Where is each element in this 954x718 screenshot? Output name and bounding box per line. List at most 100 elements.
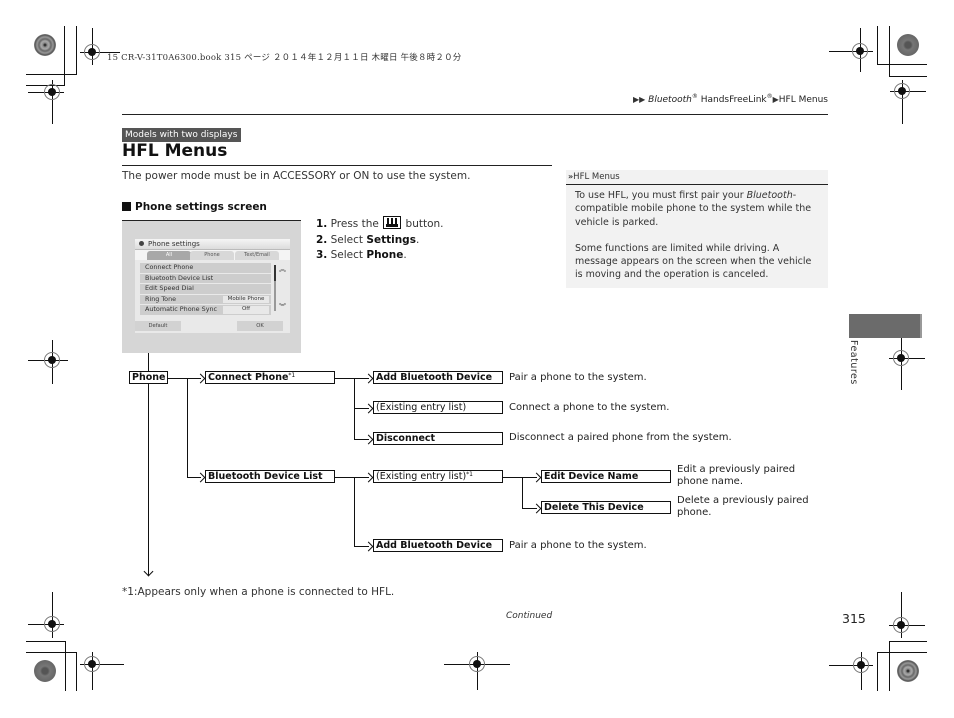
menu-node-bluetooth-device-list: Bluetooth Device List	[205, 470, 335, 483]
arrow-right-icon	[531, 472, 542, 483]
step-text: button.	[405, 218, 444, 230]
desc-line: phone.	[677, 507, 712, 518]
crosshair-dot	[88, 48, 96, 56]
node-description: Edit a previously paired phone name.	[677, 464, 795, 488]
footnote: *1:Appears only when a phone is connecte…	[122, 586, 395, 598]
menu-node-disconnect: Disconnect	[373, 432, 503, 445]
crosshair-dot	[897, 621, 905, 629]
connector-line	[354, 477, 355, 546]
step-text: Select	[330, 249, 364, 261]
footnote-ref: *1	[466, 471, 473, 478]
scroll-up-icon[interactable]: ︽	[279, 264, 286, 274]
step-bold: Settings	[366, 233, 416, 246]
registration-rosette-icon	[34, 660, 56, 682]
node-label: (Existing entry list)	[376, 471, 467, 482]
title-rule	[122, 165, 552, 166]
node-description: Pair a phone to the system.	[509, 540, 647, 551]
section-tab-label: Features	[848, 340, 859, 385]
steps-list: 1. Press the button. 2. Select Settings.…	[316, 216, 444, 264]
note-italic: Bluetooth	[746, 190, 793, 201]
crosshair-dot	[88, 660, 96, 668]
settings-dot-icon	[139, 241, 144, 246]
step-1: 1. Press the button.	[316, 216, 444, 233]
crop-line	[76, 26, 77, 75]
crosshair-dot	[898, 87, 906, 95]
desc-line: Delete a previously paired	[677, 495, 809, 506]
page-number: 315	[842, 611, 866, 626]
crop-line	[877, 26, 878, 65]
arrow-right-icon	[363, 373, 374, 384]
row-value: Mobile Phone	[223, 295, 269, 304]
crosshair-dot	[473, 660, 481, 668]
arrow-right-icon	[195, 472, 206, 483]
crosshair-dot	[897, 354, 905, 362]
node-description: Connect a phone to the system.	[509, 402, 670, 413]
print-header: 15 CR-V-31T0A6300.book 315 ページ ２０１４年１２月１…	[107, 53, 462, 63]
note-heading-text: HFL Menus	[573, 172, 620, 182]
node-description: Delete a previously paired phone.	[677, 495, 809, 519]
header-rule	[122, 114, 828, 115]
screen-scroll-thumb[interactable]	[274, 265, 276, 281]
crop-line	[26, 641, 65, 642]
arrow-right-icon	[363, 541, 374, 552]
menu-node-edit-device-name: Edit Device Name	[541, 470, 671, 483]
screen-row-edit-speed-dial[interactable]: Edit Speed Dial	[140, 284, 271, 294]
crop-line	[889, 26, 890, 77]
node-label: Connect Phone	[208, 372, 289, 383]
screen-display: Phone settings All Phone Text/Email Conn…	[135, 239, 290, 333]
note-paragraph-2: Some functions are limited while driving…	[575, 242, 812, 281]
row-label: Bluetooth Device List	[145, 273, 214, 282]
menu-node-phone: Phone	[129, 371, 168, 384]
row-label: Automatic Phone Sync	[145, 305, 218, 314]
note-heading: » HFL Menus	[566, 170, 828, 185]
home-button-icon	[383, 216, 402, 229]
menu-node-add-bluetooth-device-2: Add Bluetooth Device	[373, 539, 503, 552]
registration-rosette-icon	[34, 34, 56, 56]
crop-line	[64, 26, 65, 86]
continued-label: Continued	[506, 611, 553, 621]
screen-tab-phone[interactable]: Phone	[190, 251, 234, 260]
arrow-right-icon	[195, 373, 206, 384]
row-label: Ring Tone	[145, 294, 177, 303]
crop-line	[26, 74, 76, 75]
step-2: 2. Select Settings.	[316, 233, 444, 249]
desc-line: Edit a previously paired	[677, 464, 796, 475]
screen-tabs: All Phone Text/Email	[135, 250, 290, 260]
screen-row-automatic-phone-sync[interactable]: Automatic Phone Sync Off	[140, 305, 271, 315]
arrow-right-icon	[363, 434, 374, 445]
crop-line	[889, 76, 927, 77]
menu-node-existing-entry-list-2: (Existing entry list)*1	[373, 470, 503, 483]
breadcrumb-bluetooth[interactable]: Bluetooth	[648, 95, 692, 105]
crop-line	[877, 652, 927, 653]
scroll-down-icon[interactable]: ︾	[279, 302, 286, 312]
step-number: 2.	[316, 233, 328, 246]
screen-default-button[interactable]: Default	[135, 321, 181, 331]
crop-line	[889, 641, 927, 642]
crosshair-dot	[48, 620, 56, 628]
screen-row-connect-phone[interactable]: Connect Phone	[140, 263, 271, 273]
screen-row-bluetooth-device-list[interactable]: Bluetooth Device List	[140, 273, 271, 284]
note-paragraph-1: To use HFL, you must first pair your Blu…	[575, 189, 820, 229]
step-number: 3.	[316, 249, 328, 261]
screen-tab-all[interactable]: All	[147, 251, 191, 260]
connector-line	[187, 378, 188, 477]
step-number: 1.	[316, 218, 328, 230]
step-text: .	[415, 233, 420, 246]
crop-line	[76, 652, 77, 691]
screen-row-ring-tone[interactable]: Ring Tone Mobile Phone	[140, 294, 271, 305]
screen-header: Phone settings	[135, 239, 290, 250]
breadcrumb-handsfreelink[interactable]: HandsFreeLink	[698, 95, 767, 105]
section-heading: Phone settings screen	[122, 201, 267, 213]
crop-line	[877, 652, 878, 691]
step-3: 3. Select Phone.	[316, 248, 444, 264]
crop-line	[889, 641, 890, 691]
registration-rosette-icon	[897, 34, 919, 56]
section-tab[interactable]	[849, 314, 922, 338]
screen-ok-button[interactable]: OK	[237, 321, 283, 331]
screen-title: Phone settings	[148, 240, 200, 248]
note-body: To use HFL, you must first pair your Blu…	[566, 185, 828, 282]
breadcrumb-hfl-menus: HFL Menus	[778, 95, 828, 105]
menu-node-add-bluetooth-device: Add Bluetooth Device	[373, 371, 503, 384]
row-label: Edit Speed Dial	[145, 284, 194, 293]
screen-tab-text-email[interactable]: Text/Email	[235, 251, 279, 260]
